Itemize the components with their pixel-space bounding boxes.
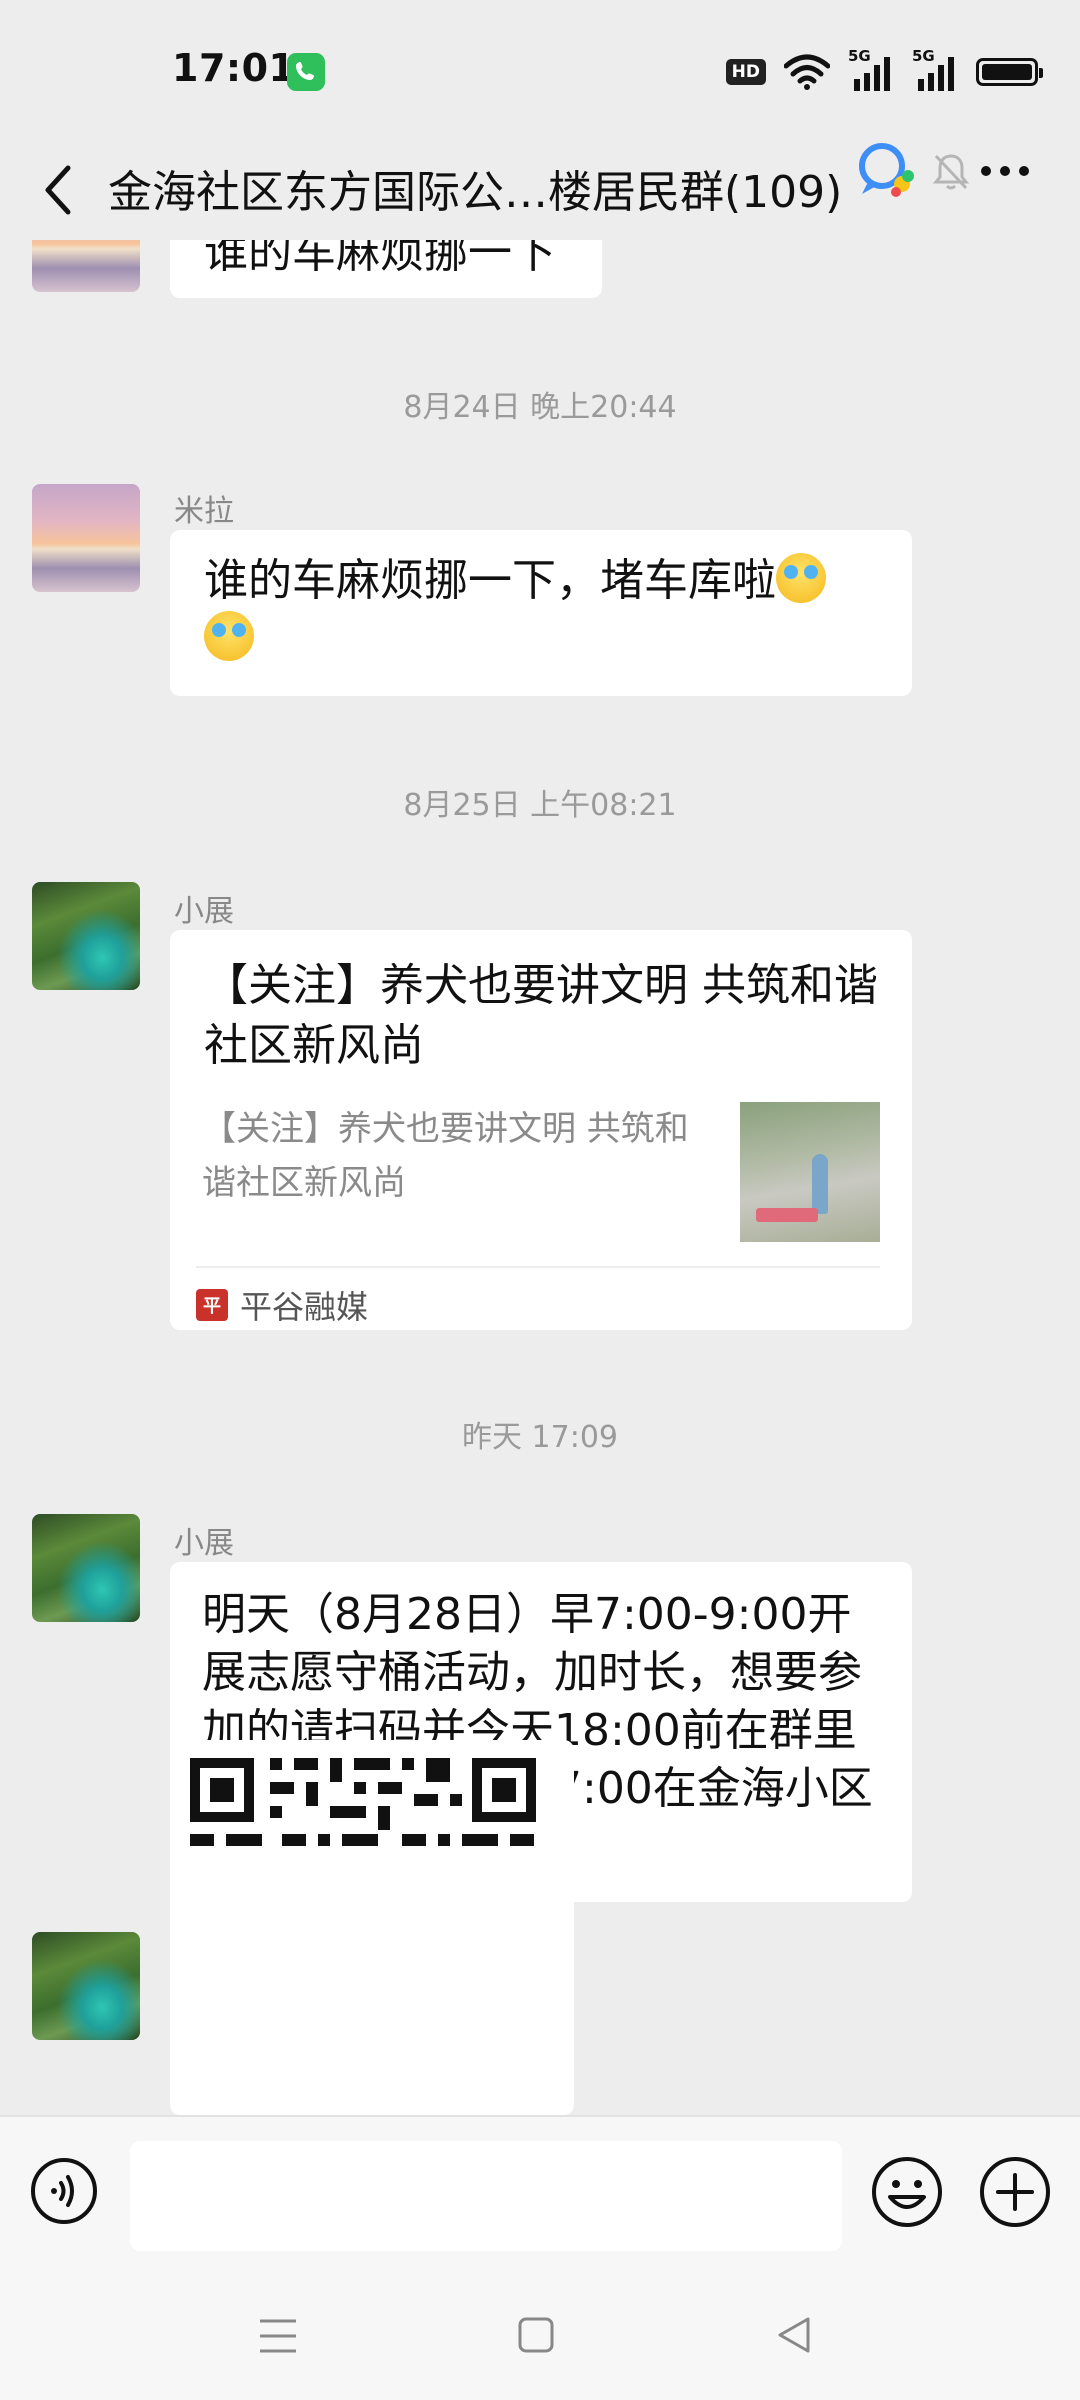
avatar[interactable] xyxy=(32,1514,140,1622)
status-bar: 17:01 HD 5G 5G xyxy=(0,0,1080,140)
avatar[interactable] xyxy=(32,484,140,592)
mute-icon xyxy=(932,154,970,190)
source-logo-icon: 平 xyxy=(196,1289,228,1321)
chat-header: 金海社区东方国际公…楼居民群(109) xyxy=(0,140,1080,240)
crying-laughing-emoji-icon xyxy=(204,611,254,661)
more-icon[interactable] xyxy=(976,150,1034,192)
avatar[interactable] xyxy=(32,882,140,990)
phone-icon[interactable] xyxy=(287,53,325,91)
avatar[interactable] xyxy=(32,240,140,292)
message-bubble[interactable]: 谁的车麻烦挪一下，堵车库啦 xyxy=(170,530,912,696)
wifi-icon xyxy=(784,54,830,90)
message-timestamp: 8月24日 晚上20:44 xyxy=(403,390,677,425)
crying-laughing-emoji-icon xyxy=(776,553,826,603)
source-name: 平谷融媒 xyxy=(240,1288,369,1326)
sender-name: 米拉 xyxy=(174,494,234,529)
divider xyxy=(196,1266,880,1268)
back-triangle-icon[interactable] xyxy=(772,2313,816,2357)
emoji-icon[interactable] xyxy=(870,2155,944,2229)
article-title: 【关注】养犬也要讲文明 共筑和谐社区新风尚 xyxy=(204,960,878,1071)
message-text: 谁的车麻烦挪一下 xyxy=(204,240,556,278)
status-icons: HD 5G 5G xyxy=(725,47,1043,94)
status-time: 17:01 xyxy=(172,46,296,90)
plus-icon[interactable] xyxy=(978,2155,1052,2229)
message-input-bar xyxy=(0,2115,1080,2277)
search-chat-icon[interactable] xyxy=(856,142,918,200)
message-text: 谁的车麻烦挪一下，堵车库啦 xyxy=(204,555,776,606)
hd-icon: HD xyxy=(725,59,766,85)
article-card[interactable]: 【关注】养犬也要讲文明 共筑和谐社区新风尚 【关注】养犬也要讲文明 共筑和谐社区… xyxy=(170,930,912,1330)
message-input[interactable] xyxy=(130,2141,842,2251)
article-description: 【关注】养犬也要讲文明 共筑和谐社区新风尚 xyxy=(202,1109,689,1203)
system-nav-bar xyxy=(0,2275,1080,2400)
article-thumbnail xyxy=(740,1102,880,1242)
menu-icon[interactable] xyxy=(256,2313,300,2359)
message-timestamp: 8月25日 上午08:21 xyxy=(403,788,677,823)
sender-name: 小展 xyxy=(174,1526,234,1561)
back-icon[interactable] xyxy=(36,162,82,218)
signal-icon: 5G xyxy=(848,47,894,91)
avatar[interactable] xyxy=(32,1932,140,2040)
qr-code-image[interactable] xyxy=(170,1740,574,2115)
sender-name: 小展 xyxy=(174,894,234,929)
signal-icon: 5G xyxy=(912,47,958,91)
chat-title: 金海社区东方国际公…楼居民群(109) xyxy=(108,167,843,218)
battery-icon xyxy=(976,58,1043,86)
message-timestamp: 昨天 17:09 xyxy=(462,1420,618,1455)
article-source: 平 平谷融媒 xyxy=(196,1282,368,1328)
message-bubble[interactable]: 谁的车麻烦挪一下 xyxy=(170,240,602,298)
home-icon[interactable] xyxy=(516,2315,556,2355)
voice-icon[interactable] xyxy=(30,2157,98,2225)
